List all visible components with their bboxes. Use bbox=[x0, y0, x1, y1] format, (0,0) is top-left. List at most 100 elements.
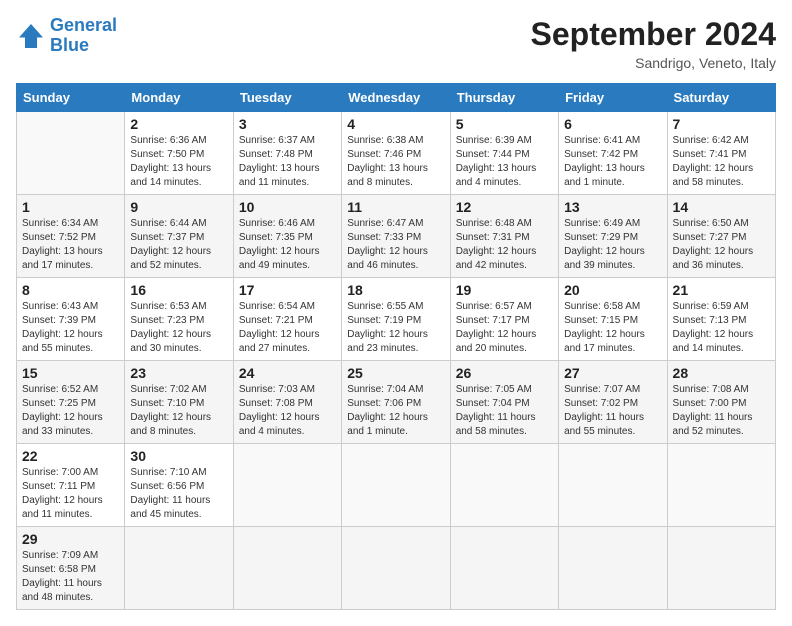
calendar-cell: 8 Sunrise: 6:43 AM Sunset: 7:39 PM Daylig… bbox=[17, 278, 125, 361]
calendar-cell: 30Sunrise: 7:10 AM Sunset: 6:56 PM Dayli… bbox=[125, 444, 233, 527]
day-content: Sunrise: 6:38 AM Sunset: 7:46 PM Dayligh… bbox=[347, 134, 444, 190]
day-number: 4 bbox=[347, 116, 444, 132]
calendar-cell: 13 Sunrise: 6:49 AM Sunset: 7:29 PM Dayli… bbox=[559, 195, 667, 278]
col-saturday: Saturday bbox=[667, 84, 775, 112]
day-number: 15 bbox=[22, 365, 119, 381]
day-content: Sunrise: 6:54 AM Sunset: 7:21 PM Dayligh… bbox=[239, 300, 336, 356]
day-content: Sunrise: 6:44 AM Sunset: 7:37 PM Dayligh… bbox=[130, 217, 227, 273]
day-content: Sunrise: 7:08 AM Sunset: 7:00 PM Dayligh… bbox=[673, 383, 770, 439]
calendar-cell: 16 Sunrise: 6:53 AM Sunset: 7:23 PM Dayli… bbox=[125, 278, 233, 361]
calendar-row-0: 2 Sunrise: 6:36 AM Sunset: 7:50 PM Daylig… bbox=[17, 112, 776, 195]
calendar-cell bbox=[450, 527, 558, 610]
day-content: Sunrise: 7:00 AM Sunset: 7:11 PM Dayligh… bbox=[22, 466, 119, 522]
day-content: Sunrise: 6:34 AM Sunset: 7:52 PM Dayligh… bbox=[22, 217, 119, 273]
calendar-row-5: 29 Sunrise: 7:09 AM Sunset: 6:58 PM Dayli… bbox=[17, 527, 776, 610]
calendar-cell: 19Sunrise: 6:57 AM Sunset: 7:17 PM Dayli… bbox=[450, 278, 558, 361]
day-number: 2 bbox=[130, 116, 227, 132]
day-content: Sunrise: 6:49 AM Sunset: 7:29 PM Dayligh… bbox=[564, 217, 661, 273]
day-content: Sunrise: 7:05 AM Sunset: 7:04 PM Dayligh… bbox=[456, 383, 553, 439]
calendar-row-1: 1 Sunrise: 6:34 AM Sunset: 7:52 PM Daylig… bbox=[17, 195, 776, 278]
calendar-cell: 25 Sunrise: 7:04 AM Sunset: 7:06 PM Dayli… bbox=[342, 361, 450, 444]
calendar-row-4: 22Sunrise: 7:00 AM Sunset: 7:11 PM Dayli… bbox=[17, 444, 776, 527]
day-number: 14 bbox=[673, 199, 770, 215]
day-number: 23 bbox=[130, 365, 227, 381]
day-content: Sunrise: 7:09 AM Sunset: 6:58 PM Dayligh… bbox=[22, 549, 119, 605]
calendar-cell: 1 Sunrise: 6:34 AM Sunset: 7:52 PM Daylig… bbox=[17, 195, 125, 278]
calendar-table: Sunday Monday Tuesday Wednesday Thursday… bbox=[16, 83, 776, 610]
day-number: 3 bbox=[239, 116, 336, 132]
col-sunday: Sunday bbox=[17, 84, 125, 112]
calendar-cell: 2 Sunrise: 6:36 AM Sunset: 7:50 PM Daylig… bbox=[125, 112, 233, 195]
day-content: Sunrise: 6:46 AM Sunset: 7:35 PM Dayligh… bbox=[239, 217, 336, 273]
calendar-cell: 18 Sunrise: 6:55 AM Sunset: 7:19 PM Dayli… bbox=[342, 278, 450, 361]
day-content: Sunrise: 6:36 AM Sunset: 7:50 PM Dayligh… bbox=[130, 134, 227, 190]
day-number: 9 bbox=[130, 199, 227, 215]
calendar-cell: 11Sunrise: 6:47 AM Sunset: 7:33 PM Dayli… bbox=[342, 195, 450, 278]
day-number: 29 bbox=[22, 531, 119, 547]
calendar-cell: 4 Sunrise: 6:38 AM Sunset: 7:46 PM Daylig… bbox=[342, 112, 450, 195]
calendar-cell: 20Sunrise: 6:58 AM Sunset: 7:15 PM Dayli… bbox=[559, 278, 667, 361]
col-friday: Friday bbox=[559, 84, 667, 112]
day-number: 25 bbox=[347, 365, 444, 381]
calendar-cell: 28 Sunrise: 7:08 AM Sunset: 7:00 PM Dayli… bbox=[667, 361, 775, 444]
col-thursday: Thursday bbox=[450, 84, 558, 112]
day-content: Sunrise: 7:02 AM Sunset: 7:10 PM Dayligh… bbox=[130, 383, 227, 439]
day-number: 12 bbox=[456, 199, 553, 215]
day-number: 8 bbox=[22, 282, 119, 298]
logo-icon bbox=[16, 21, 46, 51]
day-number: 16 bbox=[130, 282, 227, 298]
day-content: Sunrise: 6:50 AM Sunset: 7:27 PM Dayligh… bbox=[673, 217, 770, 273]
day-number: 11 bbox=[347, 199, 444, 215]
day-number: 10 bbox=[239, 199, 336, 215]
day-number: 26 bbox=[456, 365, 553, 381]
calendar-cell bbox=[342, 444, 450, 527]
day-number: 30 bbox=[130, 448, 227, 464]
logo-text: General Blue bbox=[50, 16, 117, 56]
page-header: General Blue September 2024 Sandrigo, Ve… bbox=[16, 16, 776, 71]
day-content: Sunrise: 6:58 AM Sunset: 7:15 PM Dayligh… bbox=[564, 300, 661, 356]
day-content: Sunrise: 6:41 AM Sunset: 7:42 PM Dayligh… bbox=[564, 134, 661, 190]
day-number: 6 bbox=[564, 116, 661, 132]
calendar-cell bbox=[559, 444, 667, 527]
day-content: Sunrise: 6:53 AM Sunset: 7:23 PM Dayligh… bbox=[130, 300, 227, 356]
day-number: 28 bbox=[673, 365, 770, 381]
day-number: 17 bbox=[239, 282, 336, 298]
day-number: 18 bbox=[347, 282, 444, 298]
day-number: 13 bbox=[564, 199, 661, 215]
calendar-row-3: 15 Sunrise: 6:52 AM Sunset: 7:25 PM Dayli… bbox=[17, 361, 776, 444]
day-content: Sunrise: 7:04 AM Sunset: 7:06 PM Dayligh… bbox=[347, 383, 444, 439]
day-content: Sunrise: 6:55 AM Sunset: 7:19 PM Dayligh… bbox=[347, 300, 444, 356]
col-monday: Monday bbox=[125, 84, 233, 112]
day-content: Sunrise: 6:59 AM Sunset: 7:13 PM Dayligh… bbox=[673, 300, 770, 356]
logo: General Blue bbox=[16, 16, 117, 56]
day-content: Sunrise: 7:07 AM Sunset: 7:02 PM Dayligh… bbox=[564, 383, 661, 439]
calendar-cell: 15 Sunrise: 6:52 AM Sunset: 7:25 PM Dayli… bbox=[17, 361, 125, 444]
day-content: Sunrise: 6:48 AM Sunset: 7:31 PM Dayligh… bbox=[456, 217, 553, 273]
day-content: Sunrise: 7:03 AM Sunset: 7:08 PM Dayligh… bbox=[239, 383, 336, 439]
calendar-cell: 29 Sunrise: 7:09 AM Sunset: 6:58 PM Dayli… bbox=[17, 527, 125, 610]
calendar-cell: 10 Sunrise: 6:46 AM Sunset: 7:35 PM Dayli… bbox=[233, 195, 341, 278]
calendar-cell: 22Sunrise: 7:00 AM Sunset: 7:11 PM Dayli… bbox=[17, 444, 125, 527]
day-content: Sunrise: 6:39 AM Sunset: 7:44 PM Dayligh… bbox=[456, 134, 553, 190]
day-number: 27 bbox=[564, 365, 661, 381]
location: Sandrigo, Veneto, Italy bbox=[531, 55, 776, 71]
day-content: Sunrise: 6:52 AM Sunset: 7:25 PM Dayligh… bbox=[22, 383, 119, 439]
calendar-cell bbox=[450, 444, 558, 527]
calendar-cell bbox=[233, 444, 341, 527]
calendar-cell bbox=[125, 527, 233, 610]
calendar-cell: 21 Sunrise: 6:59 AM Sunset: 7:13 PM Dayli… bbox=[667, 278, 775, 361]
header-row: Sunday Monday Tuesday Wednesday Thursday… bbox=[17, 84, 776, 112]
calendar-cell: 7Sunrise: 6:42 AM Sunset: 7:41 PM Daylig… bbox=[667, 112, 775, 195]
day-content: Sunrise: 6:43 AM Sunset: 7:39 PM Dayligh… bbox=[22, 300, 119, 356]
calendar-cell: 24Sunrise: 7:03 AM Sunset: 7:08 PM Dayli… bbox=[233, 361, 341, 444]
day-content: Sunrise: 6:37 AM Sunset: 7:48 PM Dayligh… bbox=[239, 134, 336, 190]
day-content: Sunrise: 6:42 AM Sunset: 7:41 PM Dayligh… bbox=[673, 134, 770, 190]
calendar-cell: 6 Sunrise: 6:41 AM Sunset: 7:42 PM Daylig… bbox=[559, 112, 667, 195]
calendar-cell bbox=[342, 527, 450, 610]
day-number: 21 bbox=[673, 282, 770, 298]
day-number: 1 bbox=[22, 199, 119, 215]
title-block: September 2024 Sandrigo, Veneto, Italy bbox=[531, 16, 776, 71]
calendar-cell: 5Sunrise: 6:39 AM Sunset: 7:44 PM Daylig… bbox=[450, 112, 558, 195]
calendar-row-2: 8 Sunrise: 6:43 AM Sunset: 7:39 PM Daylig… bbox=[17, 278, 776, 361]
calendar-cell: 17 Sunrise: 6:54 AM Sunset: 7:21 PM Dayli… bbox=[233, 278, 341, 361]
